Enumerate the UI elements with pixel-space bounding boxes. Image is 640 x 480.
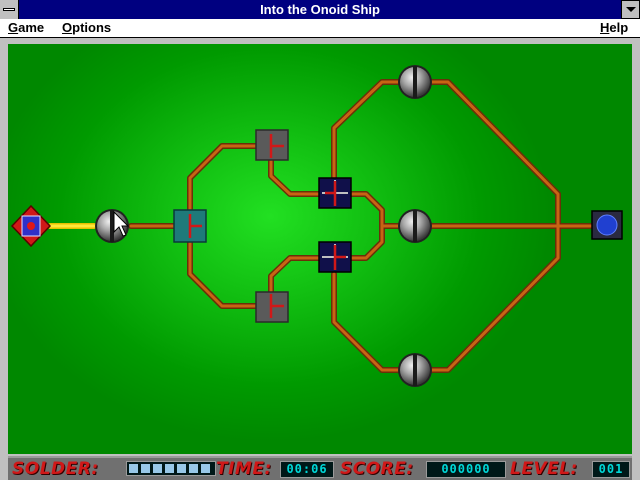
circuit-svg bbox=[10, 65, 623, 387]
rivet-slot bbox=[413, 210, 417, 242]
system-menu-icon bbox=[3, 8, 15, 11]
status-bar: SOLDER: TIME: 00:06 SCORE: 000000 LEVEL:… bbox=[8, 456, 632, 480]
time-label: TIME: bbox=[216, 459, 272, 479]
menu-help[interactable]: Help bbox=[600, 19, 628, 37]
window-title: Into the Onoid Ship bbox=[260, 2, 380, 17]
wire-segment bbox=[268, 157, 323, 197]
splitter-chip[interactable] bbox=[173, 209, 207, 243]
title-bar: Into the Onoid Ship bbox=[0, 0, 640, 19]
rivet-switch-bottom[interactable] bbox=[398, 353, 432, 387]
wire-segment bbox=[188, 238, 258, 308]
wire-segment bbox=[269, 158, 322, 196]
rivet-switch-middle[interactable] bbox=[398, 209, 432, 243]
menu-bar: Game Options Help bbox=[0, 19, 640, 38]
wire-segment bbox=[349, 192, 384, 260]
wire-group bbox=[47, 79, 595, 373]
wire-segment bbox=[332, 80, 400, 180]
menu-options[interactable]: Options bbox=[62, 19, 111, 37]
game-board[interactable] bbox=[8, 44, 632, 454]
wire-segment bbox=[269, 256, 322, 294]
solder-label: SOLDER: bbox=[12, 459, 99, 479]
minimize-arrow-icon bbox=[626, 7, 636, 12]
level-label: LEVEL: bbox=[510, 459, 578, 479]
rivet-slot bbox=[413, 66, 417, 98]
navy-chip-top[interactable] bbox=[318, 177, 352, 209]
wire-segment bbox=[268, 255, 323, 295]
target-orb bbox=[596, 214, 618, 236]
rivet-switch-top[interactable] bbox=[398, 65, 432, 99]
menu-game[interactable]: Game bbox=[8, 19, 44, 37]
rivet-slot bbox=[413, 354, 417, 386]
gray-chip-top[interactable] bbox=[255, 129, 289, 161]
score-value: 000000 bbox=[426, 461, 506, 478]
navy-chip-bottom[interactable] bbox=[318, 241, 352, 273]
wire-segment bbox=[188, 144, 258, 214]
solder-gauge bbox=[126, 461, 216, 476]
level-value: 001 bbox=[592, 461, 630, 478]
time-value: 00:06 bbox=[280, 461, 334, 478]
minimize-button[interactable] bbox=[621, 0, 640, 19]
start-spark bbox=[27, 222, 35, 230]
wire-segment bbox=[187, 237, 259, 309]
gray-chip-bottom[interactable] bbox=[255, 291, 289, 323]
system-menu-button[interactable] bbox=[0, 0, 19, 19]
wire-segment bbox=[187, 143, 259, 215]
score-label: SCORE: bbox=[340, 459, 414, 479]
wire-segment bbox=[332, 272, 400, 372]
rivet-slot bbox=[110, 210, 114, 242]
start-node bbox=[10, 204, 52, 248]
target-node bbox=[591, 210, 623, 240]
solder-gauge-fill bbox=[129, 464, 213, 473]
